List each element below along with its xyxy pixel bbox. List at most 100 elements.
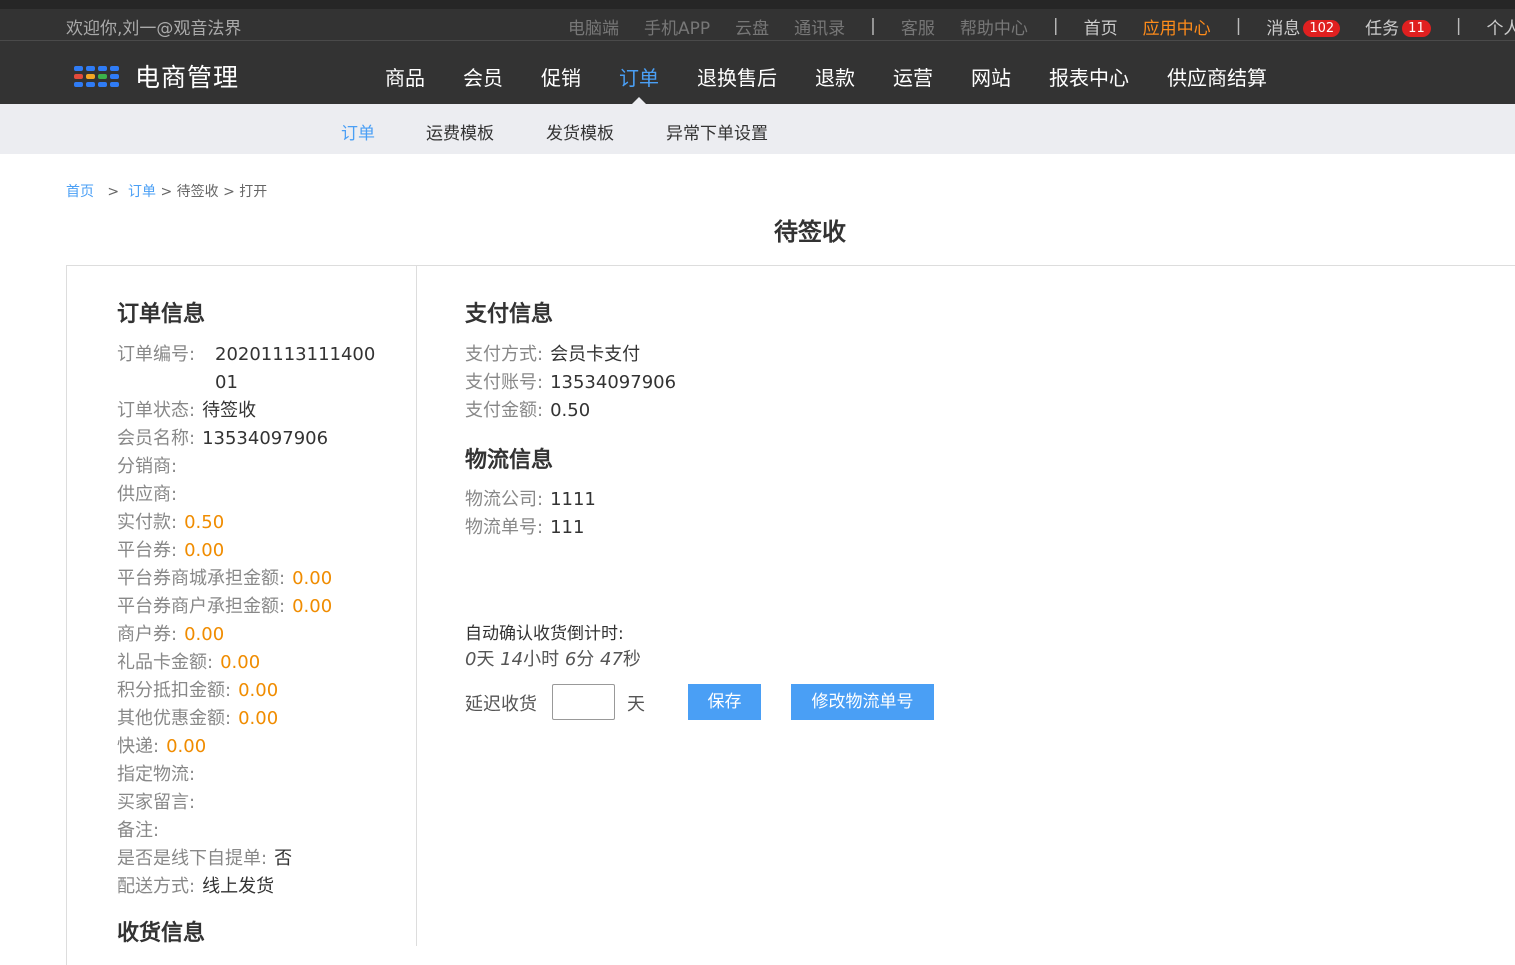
- breadcrumb-home[interactable]: 首页: [66, 184, 94, 200]
- order-info-value: 0.00: [184, 540, 225, 561]
- breadcrumb-sep: >: [160, 184, 173, 200]
- order-info-label: 其他优惠金额:: [117, 708, 232, 729]
- order-info-label: 会员名称:: [117, 428, 196, 449]
- subnav-delivery-template[interactable]: 发货模板: [546, 119, 614, 144]
- link-home[interactable]: 首页: [1084, 14, 1118, 39]
- order-info-label: 礼品卡金额:: [117, 652, 214, 673]
- order-info-row: 积分抵扣金额: 0.00: [117, 677, 278, 705]
- tasks-label: 任务: [1365, 18, 1400, 39]
- order-info-value: 0.00: [238, 680, 279, 701]
- breadcrumb-sep: >: [107, 184, 120, 200]
- order-info-label: 分销商:: [117, 456, 178, 477]
- countdown-days: 0: [465, 649, 477, 670]
- nav-website[interactable]: 网站: [971, 62, 1011, 91]
- nav-members[interactable]: 会员: [463, 62, 503, 91]
- order-info-row: 备注:: [117, 817, 166, 845]
- subnav-shipping-template[interactable]: 运费模板: [426, 119, 494, 144]
- page-title: 待签收: [774, 218, 846, 246]
- countdown-minutes-unit: 分: [576, 649, 595, 670]
- link-app-center[interactable]: 应用中心: [1143, 14, 1211, 39]
- order-info-row: 订单状态: 待签收: [117, 397, 256, 425]
- order-info-label: 平台券商城承担金额:: [117, 568, 286, 589]
- order-info-row: 会员名称: 13534097906: [117, 425, 328, 453]
- modify-tracking-number-button[interactable]: 修改物流单号: [791, 684, 934, 720]
- order-info-row: 供应商:: [117, 481, 184, 509]
- nav-returns[interactable]: 退换售后: [697, 62, 777, 91]
- link-mobile-app[interactable]: 手机APP: [644, 14, 710, 39]
- order-info-label: 配送方式:: [117, 876, 196, 897]
- order-info-value: 0.00: [238, 708, 279, 729]
- logistics-info-row: 物流单号: 111: [465, 514, 584, 542]
- order-info-label: 积分抵扣金额:: [117, 680, 232, 701]
- delay-days-unit: 天: [627, 694, 645, 715]
- link-personal[interactable]: 个人: [1486, 14, 1515, 39]
- logo-grid-cell: [98, 73, 107, 79]
- order-info-row: 快递: 0.00: [117, 733, 206, 761]
- order-info-value: 0.00: [166, 736, 207, 757]
- nav-promotions[interactable]: 促销: [541, 62, 581, 91]
- order-no-row: 订单编号:: [117, 341, 195, 369]
- breadcrumb-order[interactable]: 订单: [128, 184, 156, 200]
- sub-nav: 订单 运费模板 发货模板 异常下单设置: [0, 104, 1515, 154]
- logistics-info-row: 物流公司: 1111: [465, 486, 596, 514]
- countdown-seconds-unit: 秒: [622, 649, 641, 670]
- top-separator: |: [1455, 16, 1462, 36]
- link-contacts[interactable]: 通讯录: [794, 14, 845, 39]
- countdown-minutes: 6: [564, 649, 577, 670]
- app-logo[interactable]: 电商管理: [74, 58, 239, 94]
- payment-info-row: 支付金额: 0.50: [465, 397, 590, 425]
- order-info-title: 订单信息: [117, 302, 206, 327]
- breadcrumb-sep: >: [223, 184, 235, 200]
- countdown-days-unit: 天: [476, 649, 495, 670]
- countdown-hours: 14: [500, 649, 524, 670]
- logo-grid-cell: [74, 73, 83, 79]
- logistics-info-value: 111: [550, 517, 585, 538]
- link-help-center[interactable]: 帮助中心: [960, 14, 1028, 39]
- countdown-seconds: 47: [600, 649, 623, 670]
- order-info-row: 实付款: 0.50: [117, 509, 224, 537]
- subnav-abnormal-order-settings[interactable]: 异常下单设置: [666, 119, 768, 144]
- logo-grid-cell: [110, 73, 119, 79]
- logistics-info-label: 物流公司:: [465, 489, 544, 510]
- payment-info-label: 支付账号:: [465, 372, 544, 393]
- payment-info-value: 0.50: [550, 400, 591, 421]
- nav-products[interactable]: 商品: [385, 62, 425, 91]
- top-separator: |: [1235, 16, 1242, 36]
- order-no-label: 订单编号:: [117, 344, 196, 365]
- nav-reports[interactable]: 报表中心: [1049, 62, 1129, 91]
- nav-operations[interactable]: 运营: [893, 62, 933, 91]
- logistics-info-value: 1111: [550, 489, 596, 510]
- subnav-orders[interactable]: 订单: [341, 119, 375, 144]
- order-info-row: 平台券商城承担金额: 0.00: [117, 565, 332, 593]
- delay-days-input[interactable]: [552, 684, 615, 720]
- logo-grid-cell: [98, 81, 107, 87]
- save-button[interactable]: 保存: [688, 684, 761, 720]
- order-info-label: 实付款:: [117, 512, 178, 533]
- nav-orders[interactable]: 订单: [619, 62, 659, 105]
- payment-info-row: 支付方式: 会员卡支付: [465, 341, 640, 369]
- order-info-label: 供应商:: [117, 484, 178, 505]
- order-info-label: 是否是线下自提单:: [117, 848, 268, 869]
- order-info-value: 13534097906: [202, 428, 329, 449]
- order-info-value: 0.00: [292, 568, 333, 589]
- payment-info-row: 支付账号: 13534097906: [465, 369, 676, 397]
- tasks-badge: 11: [1402, 20, 1431, 37]
- top-separator: |: [1052, 16, 1059, 36]
- order-info-label: 商户券:: [117, 624, 178, 645]
- countdown-timer: 0天 14小时 6分 47秒: [465, 645, 641, 671]
- link-pc[interactable]: 电脑端: [568, 14, 619, 39]
- order-info-value: 0.00: [184, 624, 225, 645]
- order-no-value: 20201113111400 01: [215, 341, 375, 397]
- messages-badge: 102: [1303, 20, 1341, 37]
- logo-grid-cell: [86, 65, 95, 71]
- logo-grid-cell: [74, 81, 83, 87]
- order-info-row: 商户券: 0.00: [117, 621, 224, 649]
- nav-refunds[interactable]: 退款: [815, 62, 855, 91]
- nav-supplier-settlement[interactable]: 供应商结算: [1167, 62, 1267, 91]
- top-header: 欢迎你,刘一@观音法界 电脑端 手机APP 云盘 通讯录 | 客服 帮助中心 |…: [0, 0, 1515, 105]
- link-customer-service[interactable]: 客服: [901, 14, 935, 39]
- order-info-value: 0.00: [220, 652, 261, 673]
- link-messages[interactable]: 消息 102: [1266, 14, 1341, 39]
- link-cloud-disk[interactable]: 云盘: [735, 14, 769, 39]
- link-tasks[interactable]: 任务 11: [1365, 14, 1431, 39]
